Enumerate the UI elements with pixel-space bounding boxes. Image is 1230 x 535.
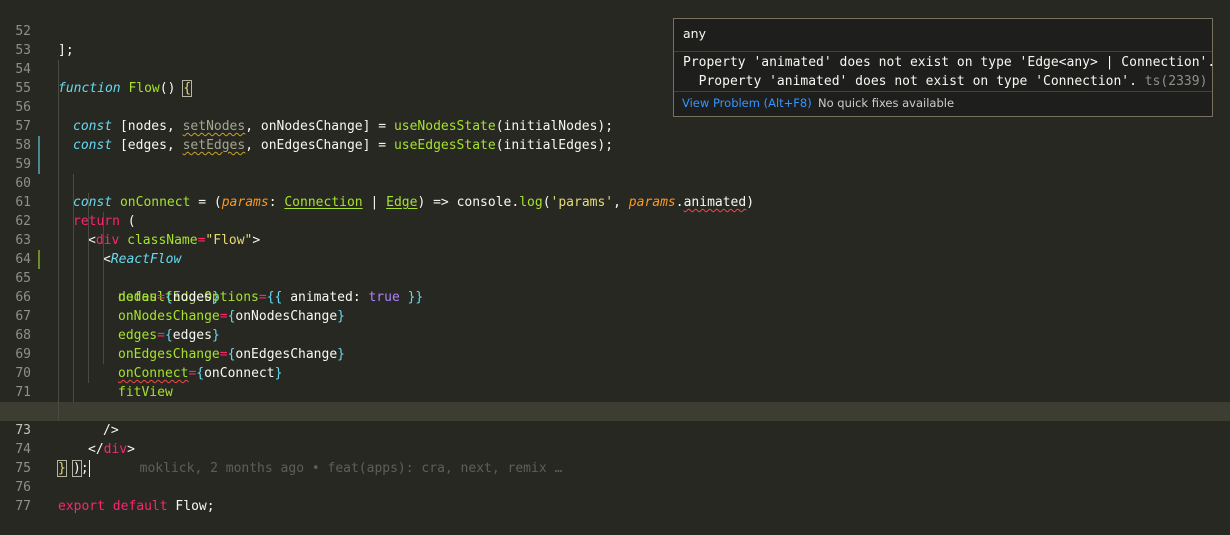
line-content: export default Flow; (58, 499, 215, 514)
error-message: Property 'animated' does not exist on ty… (683, 55, 1216, 89)
code-line[interactable]: 71 /> (0, 364, 1230, 438)
code-line[interactable]: 60 return ( (0, 155, 1230, 229)
code-line[interactable]: 63 defaultEdgeOptions={{ animated: true … (0, 212, 1230, 305)
code-line[interactable]: 74 } (0, 421, 1230, 477)
code-line[interactable]: 69 fitView (0, 326, 1230, 400)
code-line[interactable]: 62 <ReactFlow (0, 193, 1230, 267)
hover-status-bar: View Problem (Alt+F8) No quick fixes ava… (674, 91, 1212, 116)
code-line[interactable]: 66 edges={edges} (0, 269, 1230, 343)
hover-tooltip[interactable]: any Property 'animated' does not exist o… (673, 18, 1216, 117)
code-line[interactable]: 68 onConnect={onConnect} (0, 307, 1230, 381)
code-line[interactable]: 58 const onConnect = (params: Connection… (0, 117, 1230, 210)
code-line[interactable]: 76 export default Flow; (0, 459, 1230, 514)
error-code: ts(2339) (1144, 74, 1208, 89)
line-number: 77 (15, 499, 31, 514)
code-line[interactable]: 70 nodeTypes={nodeTypes} (0, 345, 1230, 419)
divider (674, 51, 1212, 52)
code-line[interactable]: 61 <div className="Flow"> (0, 174, 1230, 248)
current-code-line[interactable]: 73 ); moklick, 2 months ago • feat(apps):… (0, 402, 1230, 477)
code-line[interactable]: 65 onNodesChange={onNodesChange} (0, 250, 1230, 324)
hover-type-signature: any (683, 26, 706, 41)
code-line[interactable]: 77 (0, 478, 1230, 514)
code-line[interactable]: 75 (0, 440, 1230, 476)
view-problem-link[interactable]: View Problem (Alt+F8) (682, 96, 812, 110)
code-line[interactable]: 59 (0, 136, 1230, 172)
code-line[interactable]: 67 onEdgesChange={onEdgesChange} (0, 288, 1230, 362)
no-quick-fixes-label: No quick fixes available (818, 96, 955, 110)
code-line[interactable]: 64 nodes={nodes} (0, 231, 1230, 305)
code-line[interactable]: 72 </div> (0, 383, 1230, 457)
